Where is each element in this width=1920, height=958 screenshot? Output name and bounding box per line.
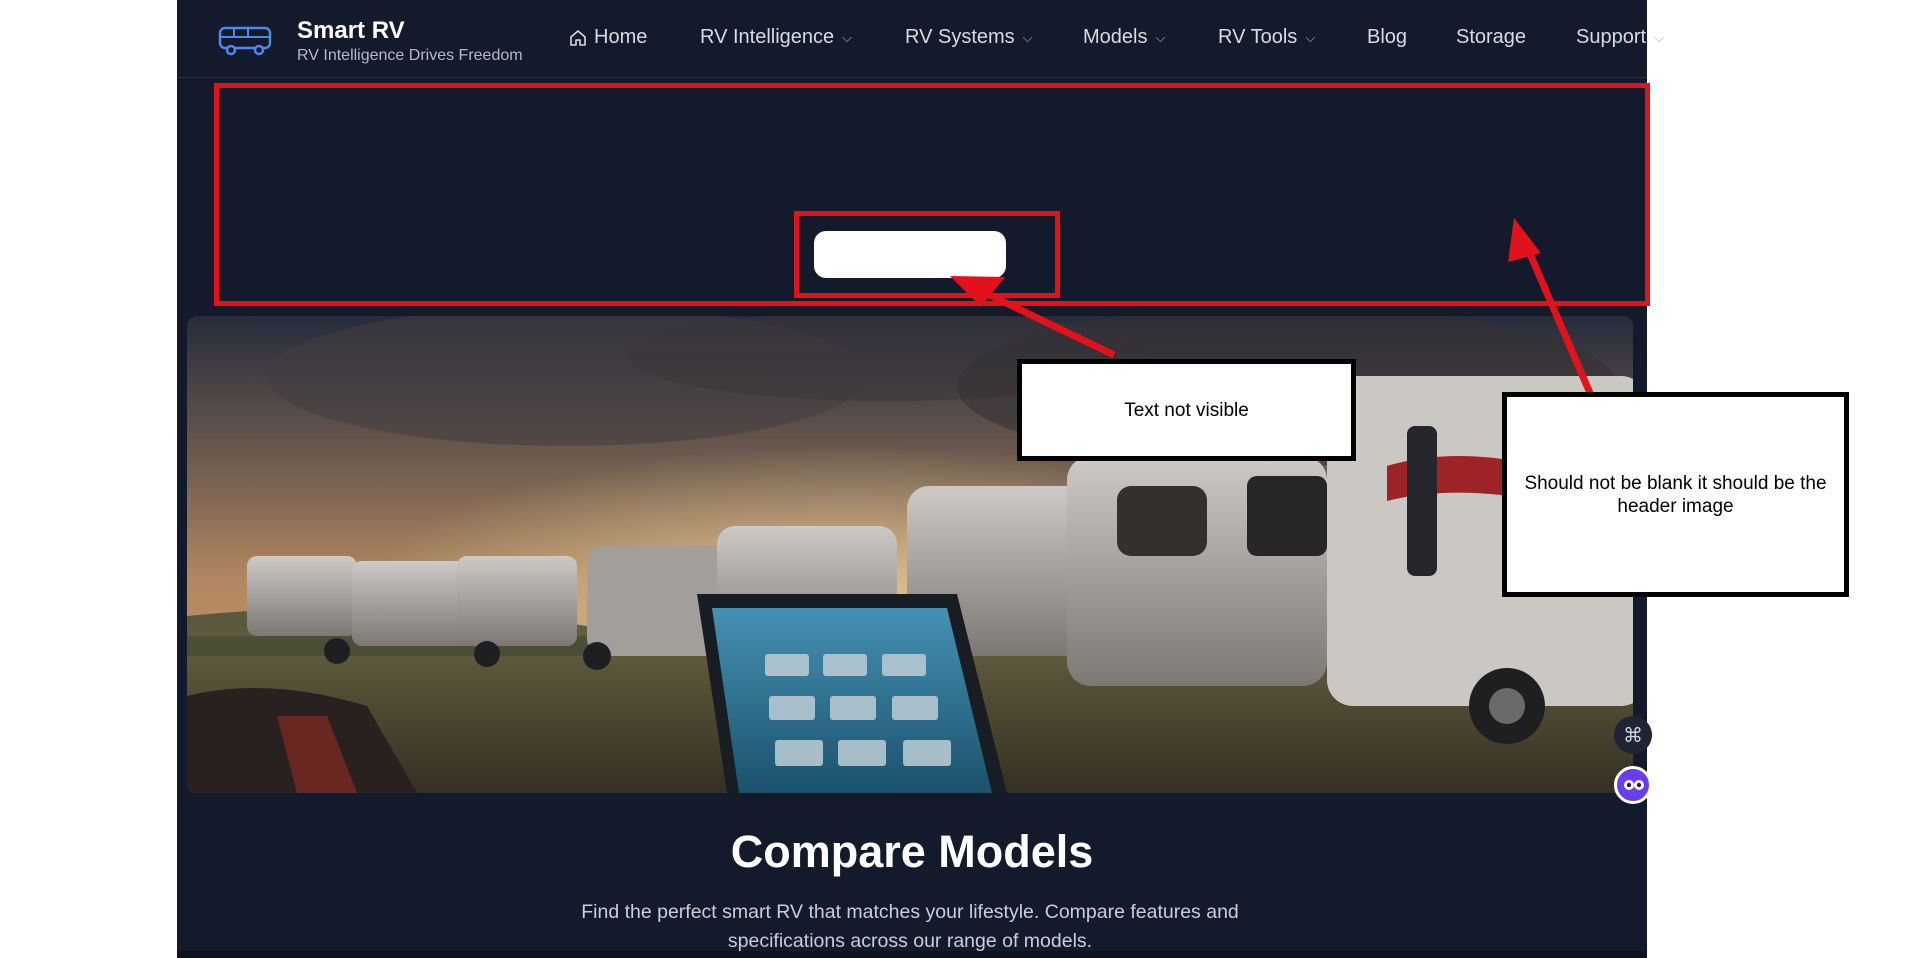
apps-grid-icon[interactable]: ⌘ [1614, 716, 1652, 754]
nav-label: RV Intelligence [700, 26, 835, 48]
nav-rv-tools[interactable]: RV Tools ⌵ [1218, 26, 1315, 49]
nav-blog[interactable]: Blog [1367, 26, 1407, 49]
nav-home[interactable]: Home [568, 26, 647, 49]
section-subtitle: Find the perfect smart RV that matches y… [581, 901, 1239, 952]
screenshot-viewport: Smart RV RV Intelligence Drives Freedom … [0, 0, 1920, 958]
brand-tagline: RV Intelligence Drives Freedom [297, 47, 523, 64]
chevron-down-icon: ⌵ [1305, 29, 1316, 45]
brand-name[interactable]: Smart RV [297, 17, 405, 45]
nav-rv-intelligence[interactable]: RV Intelligence ⌵ [700, 26, 852, 49]
chat-face-icon [1624, 780, 1644, 790]
nav-home-label: Home [594, 26, 648, 48]
chevron-down-icon: ⌵ [1654, 29, 1664, 45]
rv-bus-icon[interactable] [218, 24, 272, 56]
chevron-down-icon: ⌵ [842, 29, 853, 45]
chat-assistant-icon[interactable] [1614, 766, 1652, 804]
nav-label: RV Tools [1218, 26, 1298, 48]
annotation-button-box [794, 211, 1060, 298]
nav-label: Blog [1367, 26, 1408, 48]
annotation-callout-header: Should not be blank it should be the hea… [1502, 392, 1849, 597]
nav-label: Models [1083, 26, 1148, 48]
nav-label: Storage [1456, 26, 1527, 48]
chevron-down-icon: ⌵ [1155, 29, 1166, 45]
nav-label: RV Systems [905, 26, 1015, 48]
nav-support[interactable]: Support ⌵ [1576, 26, 1664, 49]
callout-text: Should not be blank it should be the hea… [1524, 472, 1827, 517]
rv-header-photo [187, 316, 1633, 793]
callout-text: Text not visible [1124, 399, 1249, 421]
nav-rv-systems[interactable]: RV Systems ⌵ [905, 26, 1033, 49]
home-icon [570, 29, 586, 46]
chevron-down-icon: ⌵ [1022, 29, 1033, 45]
nav-storage[interactable]: Storage [1456, 26, 1526, 49]
nav-label: Support [1576, 26, 1647, 48]
nav-models[interactable]: Models ⌵ [1083, 26, 1165, 49]
section-title: Compare Models [730, 826, 1094, 877]
annotation-callout-text: Text not visible [1017, 359, 1356, 461]
